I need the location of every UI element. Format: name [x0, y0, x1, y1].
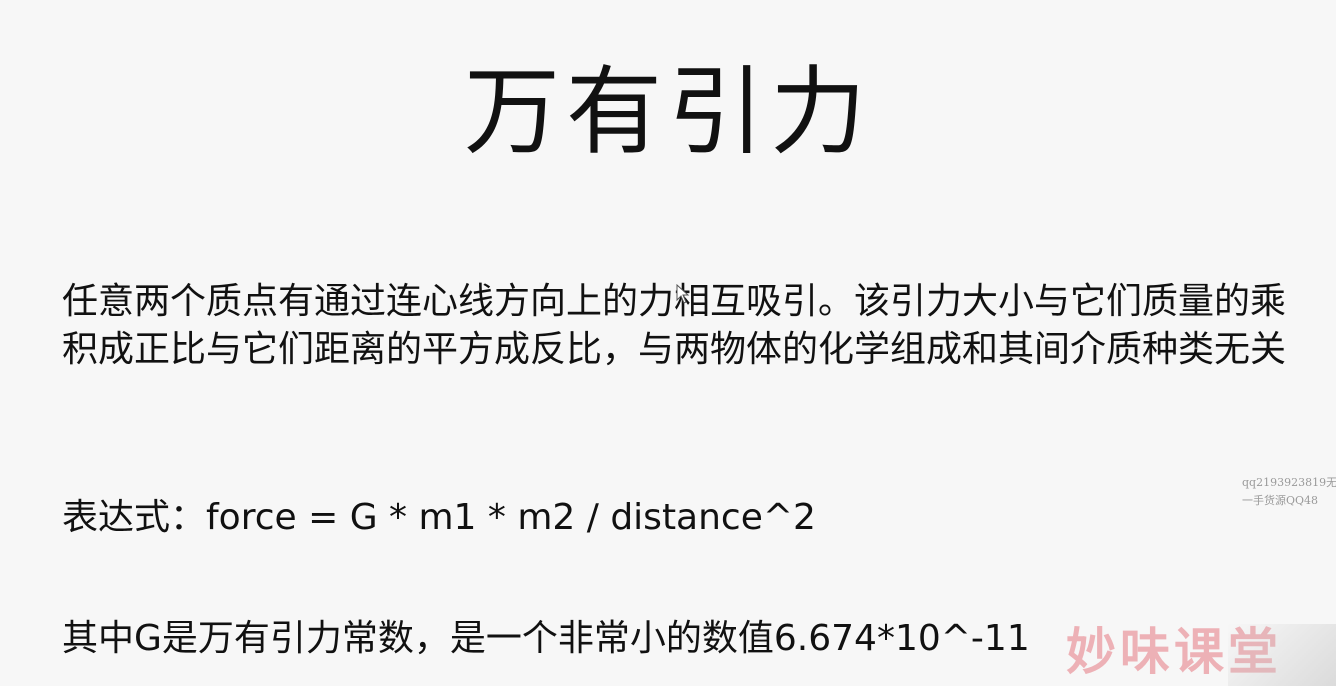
formula-text: 表达式：force = G * m1 * m2 / distance^2 — [62, 497, 816, 538]
slide-title: 万有引力 — [464, 56, 872, 168]
slide: 万有引力 任意两个质点有通过连心线方向上的力相互吸引。该引力大小与它们质量的乘积… — [0, 0, 1336, 686]
watermark-line-1: qq2193923819无 — [1242, 476, 1336, 489]
page-curl-corner — [1228, 624, 1336, 686]
watermark-line-2: 一手货源QQ48 — [1242, 494, 1319, 507]
mouse-cursor-icon — [676, 284, 690, 304]
constant-note: 其中G是万有引力常数，是一个非常小的数值6.674*10^-11 — [62, 618, 1030, 659]
